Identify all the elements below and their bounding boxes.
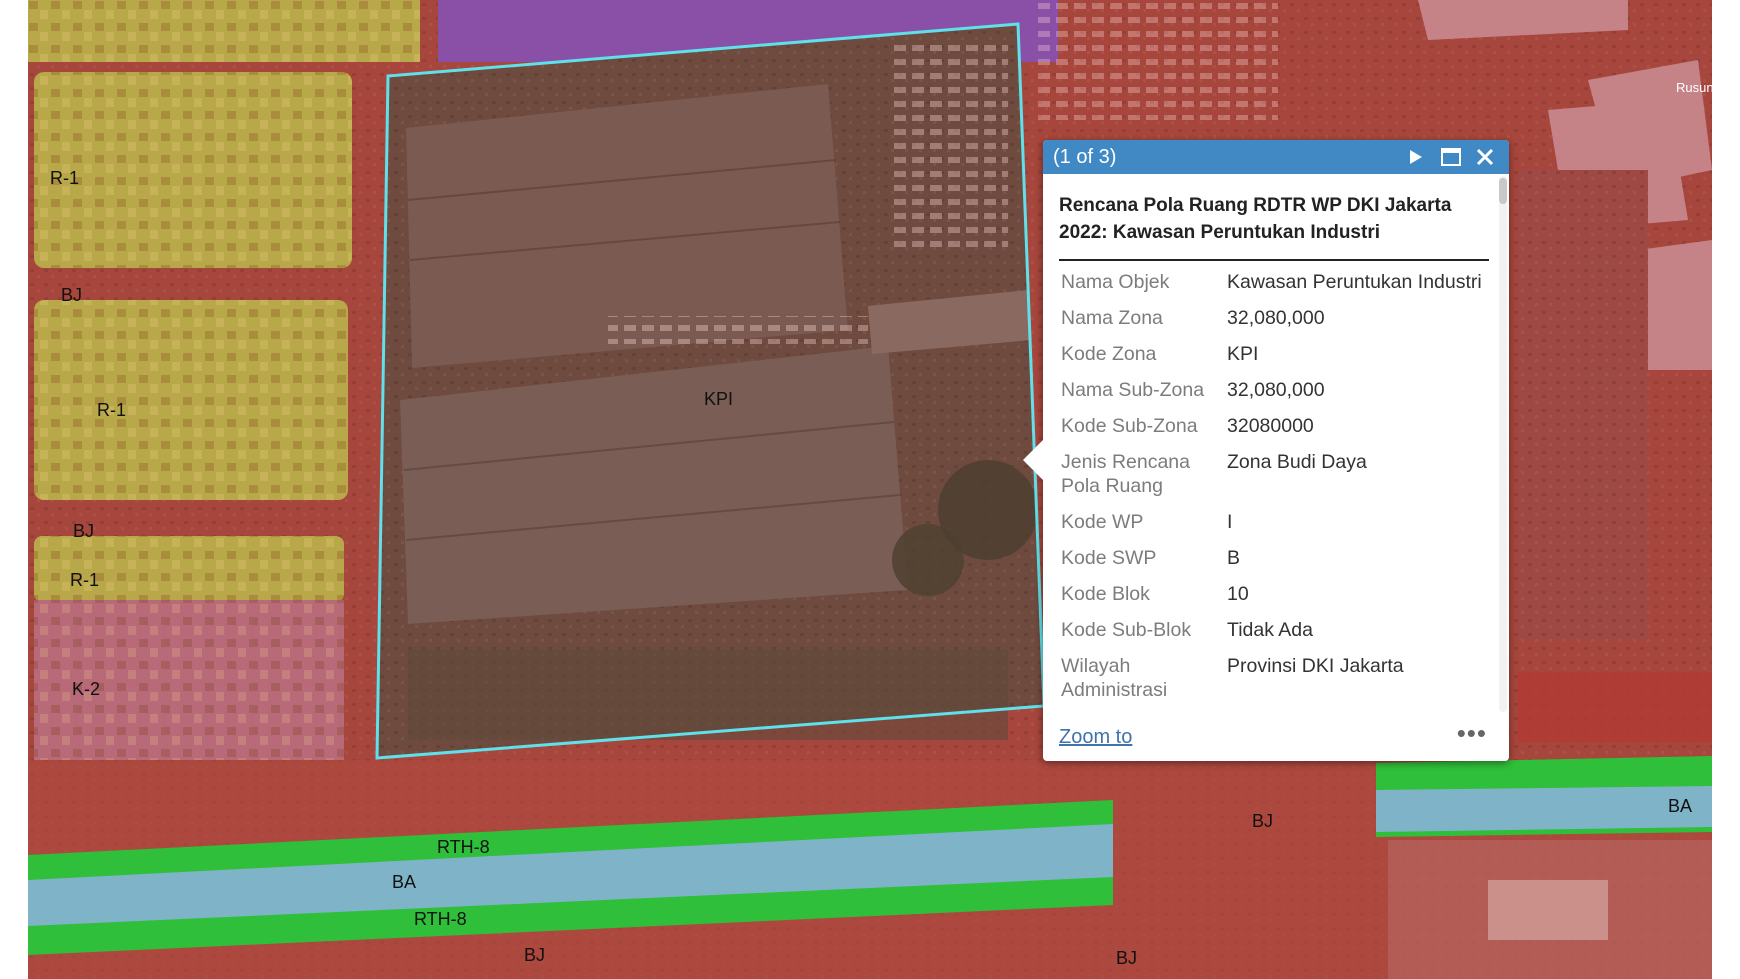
attribute-row: Nama Zona 32,080,000 [1061, 306, 1489, 342]
zone-label: RTH-8 [414, 909, 467, 929]
field-value: 32,080,000 [1227, 379, 1325, 401]
field-label: Nama Sub-Zona [1061, 379, 1205, 401]
field-value: Zona Budi Daya [1227, 451, 1367, 473]
zone-label: BJ [73, 521, 95, 541]
attribute-row: Wilayah Administrasi Provinsi DKI Jakarta [1061, 654, 1489, 714]
feature-popup: (1 of 3) Rencana Pola Ruang RDTR WP DKI … [1023, 140, 1509, 761]
field-value: 10 [1227, 583, 1249, 605]
popup-scroll-thumb[interactable] [1499, 178, 1507, 204]
field-label: Kode Blok [1061, 583, 1150, 605]
maximize-icon[interactable] [1439, 145, 1463, 169]
field-label: Kode SWP [1061, 547, 1157, 569]
field-label: Kode Sub-Zona [1061, 415, 1198, 437]
field-value: KPI [1227, 343, 1259, 365]
field-label: Nama Objek [1061, 271, 1170, 293]
field-value: 32,080,000 [1227, 307, 1325, 329]
zone-label: BJ [524, 945, 546, 965]
attribute-row: Kode Zona KPI [1061, 342, 1489, 378]
attribute-row: Kode Blok 10 [1061, 582, 1489, 618]
zone-label: BJ [1116, 948, 1138, 968]
zone-label: BJ [61, 285, 83, 305]
field-label: Nama Zona [1061, 307, 1163, 329]
popup-scrollbar[interactable] [1499, 176, 1507, 712]
zone-water-right [1376, 786, 1712, 832]
attribute-row: Kode Sub-Blok Tidak Ada [1061, 618, 1489, 654]
popup-title: Rencana Pola Ruang RDTR WP DKI Jakarta 2… [1059, 195, 1452, 243]
zone-label: K-2 [72, 679, 101, 699]
close-icon[interactable] [1473, 145, 1497, 169]
field-value: 32080000 [1227, 415, 1314, 437]
zone-label: BA [1668, 796, 1693, 816]
field-label: Kode WP [1061, 511, 1144, 533]
field-value: I [1227, 511, 1233, 533]
attribute-row: Nama Sub-Zona 32,080,000 [1061, 378, 1489, 414]
field-label: Jenis Rencana Pola Ruang [1061, 451, 1190, 497]
field-label: Kode Zona [1061, 343, 1157, 365]
field-label: Kode Sub-Blok [1061, 619, 1192, 641]
edge-label: Rusun [1676, 80, 1712, 95]
popup-pointer [1023, 440, 1043, 480]
zone-label: KPI [704, 389, 734, 409]
attribute-row: Kode WP I [1061, 510, 1489, 546]
zone-label: BJ [1252, 811, 1274, 831]
popup-counter: (1 of 3) [1053, 146, 1117, 168]
field-value: Kawasan Peruntukan Industri [1227, 271, 1482, 293]
zone-label: BA [392, 872, 417, 892]
zone-label: RTH-8 [437, 837, 490, 857]
attribute-row: Nama Objek Kawasan Peruntukan Industri [1061, 270, 1489, 306]
popup-header: (1 of 3) [1043, 140, 1509, 174]
field-value: Tidak Ada [1227, 619, 1313, 641]
field-label: Wilayah Administrasi [1061, 655, 1168, 701]
popup-body[interactable]: Rencana Pola Ruang RDTR WP DKI Jakarta 2… [1043, 174, 1509, 714]
field-value: B [1227, 547, 1241, 569]
title-divider [1059, 259, 1489, 261]
attribute-row: Kode Sub-Zona 32080000 [1061, 414, 1489, 450]
zone-label: R-1 [50, 168, 80, 188]
attribute-row: Jenis Rencana Pola Ruang Zona Budi Daya [1061, 450, 1489, 510]
zone-label: R-1 [70, 570, 100, 590]
field-value: Provinsi DKI Jakarta [1227, 655, 1404, 677]
ellipsis-icon[interactable]: ••• [1457, 718, 1487, 749]
attribute-table: Nama Objek Kawasan Peruntukan Industri Na… [1061, 270, 1489, 714]
attribute-row: Kode SWP B [1061, 546, 1489, 582]
zoom-to-link[interactable]: Zoom to [1059, 726, 1132, 749]
zone-label: R-1 [97, 400, 127, 420]
play-icon[interactable] [1403, 145, 1427, 169]
